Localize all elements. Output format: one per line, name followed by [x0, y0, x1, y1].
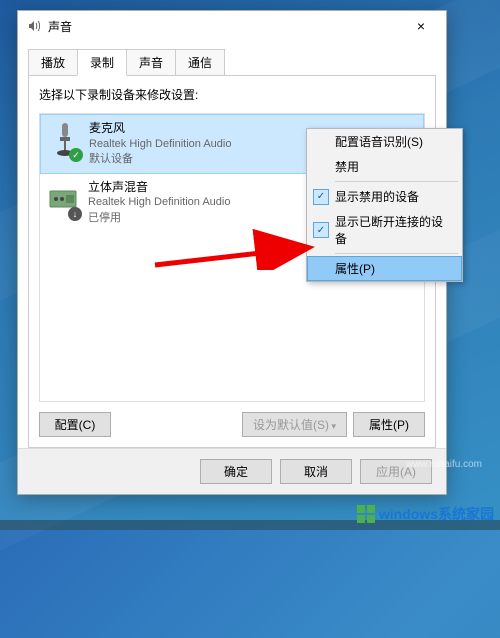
menu-label: 显示禁用的设备	[335, 188, 419, 205]
watermark-brand: windows系统家园	[357, 504, 494, 524]
default-check-badge: ✓	[69, 148, 83, 162]
set-default-button[interactable]: 设为默认值(S)	[242, 412, 347, 437]
check-icon: ✓	[313, 222, 329, 238]
check-icon: ✓	[313, 189, 329, 205]
watermark-url: www.ruhaifu.com	[406, 459, 482, 470]
properties-button[interactable]: 属性(P)	[353, 412, 425, 437]
cancel-button[interactable]: 取消	[280, 459, 352, 484]
configure-button[interactable]: 配置(C)	[39, 412, 111, 437]
menu-properties[interactable]: 属性(P)	[307, 256, 462, 281]
menu-show-disabled[interactable]: ✓ 显示禁用的设备	[307, 184, 462, 209]
menu-configure-speech[interactable]: 配置语音识别(S)	[307, 129, 462, 154]
menu-show-disconnected[interactable]: ✓ 显示已断开连接的设备	[307, 209, 462, 251]
menu-label: 显示已断开连接的设备	[335, 213, 454, 247]
menu-separator	[335, 181, 458, 182]
titlebar: 声音 ×	[18, 11, 446, 41]
disabled-badge: ↓	[68, 207, 82, 221]
tab-sounds[interactable]: 声音	[126, 49, 176, 75]
tab-recording[interactable]: 录制	[77, 49, 127, 76]
panel-buttons: 配置(C) 设为默认值(S) 属性(P)	[39, 412, 425, 437]
soundcard-icon: ↓	[48, 179, 80, 219]
tab-communications[interactable]: 通信	[175, 49, 225, 75]
tabs: 播放 录制 声音 通信	[28, 49, 436, 75]
close-button[interactable]: ×	[401, 13, 441, 39]
windows-logo-icon	[357, 505, 375, 523]
sound-icon	[26, 18, 42, 34]
menu-disable[interactable]: 禁用	[307, 154, 462, 179]
instruction-text: 选择以下录制设备来修改设置:	[39, 86, 425, 103]
microphone-icon: ✓	[49, 120, 81, 160]
tab-playback[interactable]: 播放	[28, 49, 78, 75]
ok-button[interactable]: 确定	[200, 459, 272, 484]
watermark-text: windows系统家园	[379, 504, 494, 524]
context-menu: 配置语音识别(S) 禁用 ✓ 显示禁用的设备 ✓ 显示已断开连接的设备 属性(P…	[306, 128, 463, 282]
dialog-footer: 确定 取消 应用(A)	[18, 448, 446, 494]
menu-separator	[335, 253, 458, 254]
window-title: 声音	[48, 18, 401, 35]
